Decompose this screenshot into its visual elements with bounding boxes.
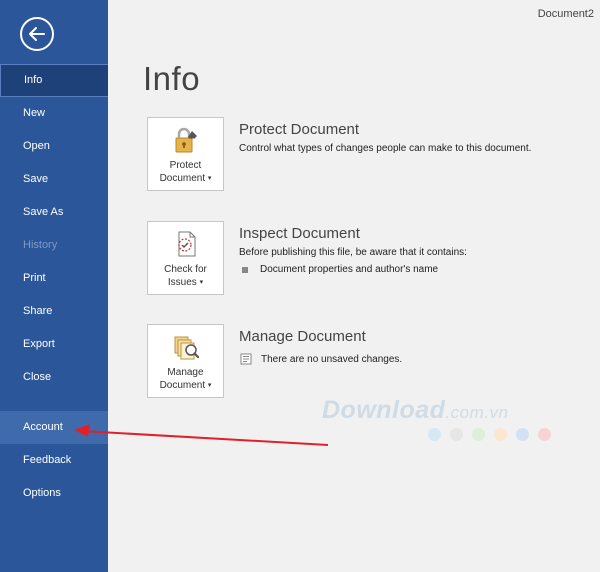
check-for-issues-button[interactable]: Check for Issues ▾ xyxy=(147,221,224,295)
manage-document-label: Manage Document ▾ xyxy=(159,367,212,392)
document-title: Document2 xyxy=(537,8,594,20)
check-document-icon xyxy=(177,231,195,257)
watermark-dot xyxy=(516,428,529,441)
nav-item-new[interactable]: New xyxy=(0,97,108,130)
document-page-icon xyxy=(240,353,252,365)
nav-item-close[interactable]: Close xyxy=(0,361,108,394)
nav-item-info[interactable]: Info xyxy=(0,64,108,97)
manage-document-heading: Manage Document xyxy=(239,328,366,345)
manage-document-note-text: There are no unsaved changes. xyxy=(261,353,403,365)
watermark-dot xyxy=(472,428,485,441)
dropdown-caret-icon: ▾ xyxy=(207,175,212,182)
nav-item-history: History xyxy=(23,239,58,251)
watermark-logo: Download.com.vn xyxy=(322,396,509,424)
watermark-dot xyxy=(538,428,551,441)
protect-document-heading: Protect Document xyxy=(239,121,360,138)
nav-item-feedback[interactable]: Feedback xyxy=(0,444,108,477)
backstage-sidebar: Info New Open Save Save As History Print… xyxy=(0,0,108,572)
nav-item-account[interactable]: Account xyxy=(0,411,108,444)
nav-item-export[interactable]: Export xyxy=(0,328,108,361)
inspect-document-text: Inspect Document Before publishing this … xyxy=(239,221,589,275)
back-arrow-icon xyxy=(29,27,45,41)
dropdown-caret-icon: ▾ xyxy=(199,279,204,286)
protect-document-label: Protect Document ▾ xyxy=(159,160,212,185)
manage-document-icon xyxy=(174,336,199,360)
back-button[interactable] xyxy=(20,17,54,51)
inspect-document-heading: Inspect Document xyxy=(239,225,360,242)
watermark-dot xyxy=(428,428,441,441)
page-title: Info xyxy=(143,60,201,97)
protect-document-text: Protect Document Control what types of c… xyxy=(239,117,589,154)
watermark-dot xyxy=(450,428,463,441)
manage-document-button[interactable]: Manage Document ▾ xyxy=(147,324,224,398)
watermark-dots xyxy=(428,428,560,441)
nav-item-print[interactable]: Print xyxy=(0,262,108,295)
nav-item-save[interactable]: Save xyxy=(0,163,108,196)
protect-document-button[interactable]: Protect Document ▾ xyxy=(147,117,224,191)
manage-document-note: There are no unsaved changes. xyxy=(239,353,589,365)
nav-item-options[interactable]: Options xyxy=(0,477,108,510)
dropdown-caret-icon: ▾ xyxy=(207,382,212,389)
lock-key-icon xyxy=(175,127,197,153)
bullet-square-icon xyxy=(242,266,248,273)
manage-document-text: Manage Document There are no unsaved cha… xyxy=(239,324,589,365)
backstage-nav: Info New Open Save Save As History Print… xyxy=(0,64,108,510)
inspect-bullet-text: Document properties and author's name xyxy=(260,264,439,275)
protect-document-description: Control what types of changes people can… xyxy=(239,143,532,154)
nav-item-share[interactable]: Share xyxy=(0,295,108,328)
inspect-bullet-item: Document properties and author's name xyxy=(239,264,589,275)
nav-item-save-as[interactable]: Save As xyxy=(0,196,108,229)
check-for-issues-label: Check for Issues ▾ xyxy=(164,264,207,289)
watermark-dot xyxy=(494,428,507,441)
nav-item-open[interactable]: Open xyxy=(0,130,108,163)
inspect-document-description: Before publishing this file, be aware th… xyxy=(239,247,467,258)
